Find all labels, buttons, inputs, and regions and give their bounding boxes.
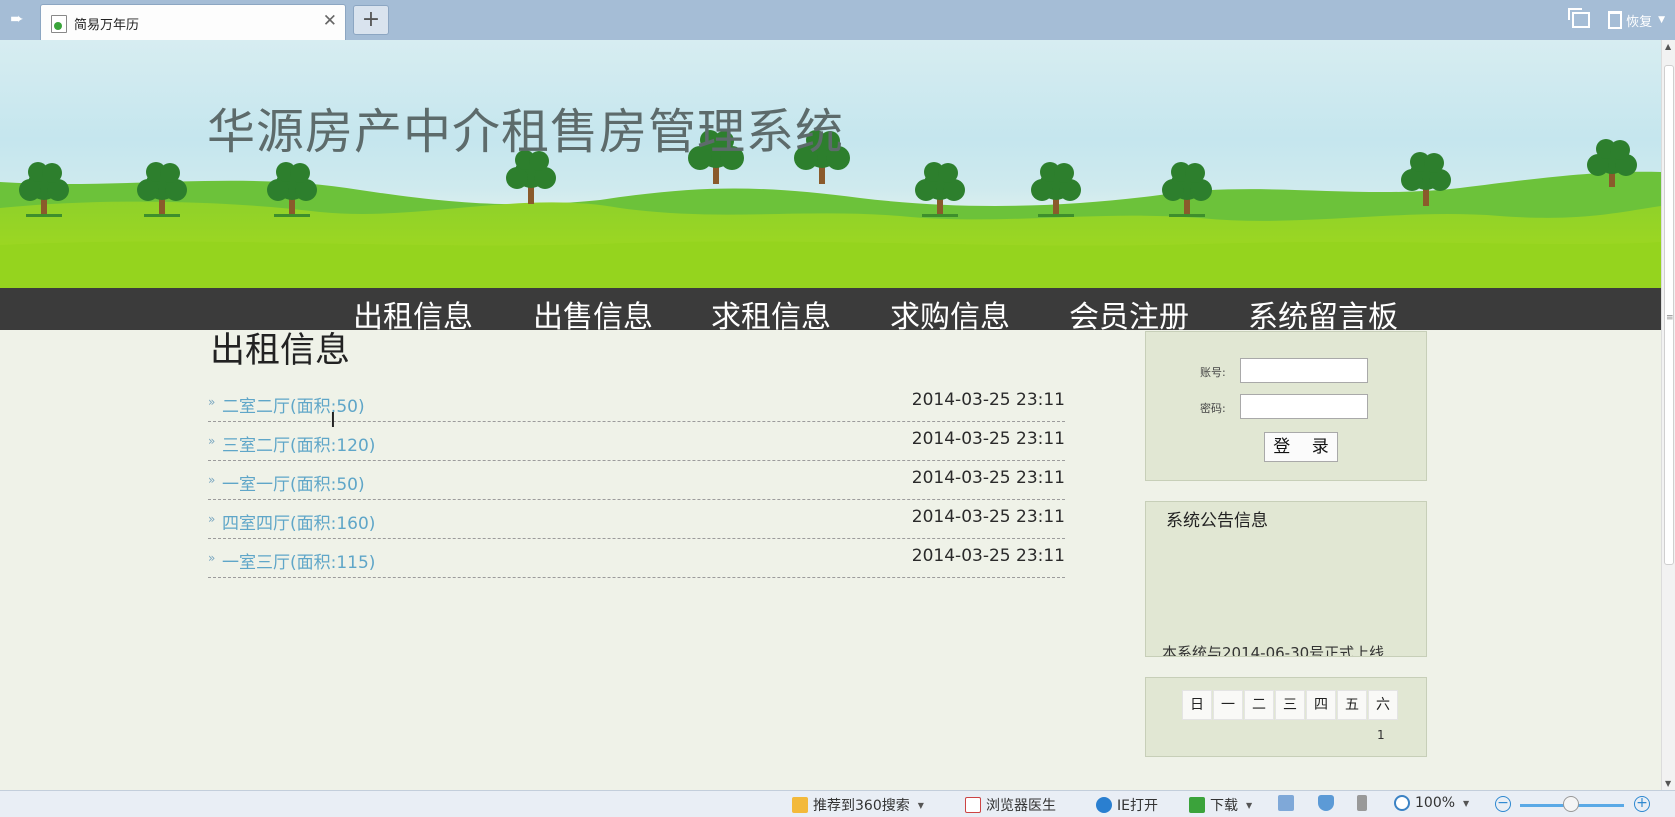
weekday-cell: 二 [1244, 690, 1274, 720]
chevron-down-icon[interactable]: ▼ [1246, 801, 1252, 810]
download-icon [1189, 797, 1205, 813]
login-button[interactable]: 登 录 [1264, 432, 1338, 462]
page-title: 出租信息 [210, 331, 351, 371]
weekday-cell: 六 [1368, 690, 1398, 720]
nav-item-rent[interactable]: 出租信息 [353, 292, 473, 336]
list-item: » 四室四厅(面积:160) 2014-03-25 23:11 [208, 500, 1065, 539]
calendar-panel: 日 一 二 三 四 五 六 1 [1145, 677, 1427, 757]
zoom-out-button[interactable]: − [1495, 796, 1511, 812]
weekday-cell: 日 [1182, 690, 1212, 720]
chevron-down-icon[interactable]: ▼ [1658, 15, 1665, 25]
weekday-cell: 四 [1306, 690, 1336, 720]
login-panel: 账号: 密码: 登 录 [1145, 331, 1427, 481]
listing-link[interactable]: 一室三厅(面积:115) [222, 548, 375, 573]
sidebar-toggle-icon[interactable]: ➨ [6, 8, 28, 30]
window-icon[interactable] [1278, 795, 1299, 811]
browser-tab-bar: ➨ 简易万年历 ✕ + 恢复 ▼ [0, 0, 1675, 40]
password-label: 密码: [1200, 402, 1226, 415]
double-arrow-icon: » [208, 395, 216, 409]
restore-button[interactable]: 恢复 [1626, 11, 1652, 30]
calendar-day[interactable]: 1 [1377, 728, 1385, 742]
notice-text: 本系统与2014-06-30号正式上线 [1162, 644, 1385, 657]
zoom-level: 100% [1415, 795, 1456, 811]
double-arrow-icon: » [208, 473, 216, 487]
chevron-down-icon[interactable]: ▼ [1463, 799, 1469, 808]
nav-item-want-buy[interactable]: 求购信息 [890, 292, 1010, 336]
browser-status-bar: 推荐到360搜索 ▼ 浏览器医生 IE打开 下载 ▼ 100% ▼ − + [0, 790, 1675, 817]
notice-panel: 系统公告信息 本系统与2014-06-30号正式上线 [1145, 501, 1427, 657]
calendar-weekdays: 日 一 二 三 四 五 六 [1182, 690, 1399, 720]
list-item: » 一室一厅(面积:50) 2014-03-25 23:11 [208, 461, 1065, 500]
speaker-icon[interactable] [1357, 795, 1372, 811]
weekday-cell: 三 [1275, 690, 1305, 720]
trash-icon[interactable] [1608, 11, 1623, 29]
weekday-cell: 一 [1213, 690, 1243, 720]
scrollbar-thumb[interactable]: ≡ [1664, 65, 1674, 565]
new-tab-button[interactable]: + [353, 5, 389, 35]
chevron-down-icon[interactable]: ▼ [918, 801, 924, 810]
listing-link[interactable]: 四室四厅(面积:160) [222, 509, 375, 534]
page-icon [51, 15, 67, 33]
listing-list: » 二室二厅(面积:50) 2014-03-25 23:11 » 三室二厅(面积… [208, 383, 1065, 578]
browser-doctor-label: 浏览器医生 [986, 798, 1056, 814]
ie-open-label: IE打开 [1117, 798, 1158, 814]
zoom-in-button[interactable]: + [1634, 796, 1650, 812]
scroll-down-icon[interactable]: ▼ [1665, 779, 1671, 788]
thumbs-up-icon [792, 797, 808, 813]
browser-tab[interactable]: 简易万年历 ✕ [40, 4, 346, 40]
grip-icon: ≡ [1666, 313, 1674, 323]
browser-doctor-button[interactable]: 浏览器医生 [965, 795, 1056, 815]
shield-icon[interactable] [1318, 795, 1339, 811]
listing-date: 2014-03-25 23:11 [911, 429, 1065, 449]
window-controls: 恢复 ▼ [1568, 8, 1665, 32]
download-button[interactable]: 下载 ▼ [1189, 795, 1252, 815]
notice-title: 系统公告信息 [1166, 511, 1268, 531]
text-cursor-icon: I [330, 408, 336, 432]
listing-link[interactable]: 一室一厅(面积:50) [222, 470, 365, 495]
nav-item-register[interactable]: 会员注册 [1069, 292, 1189, 336]
listing-date: 2014-03-25 23:11 [911, 390, 1065, 410]
zoom-slider-thumb[interactable] [1563, 796, 1579, 812]
ie-open-button[interactable]: IE打开 [1096, 795, 1158, 815]
weekday-cell: 五 [1337, 690, 1367, 720]
close-tab-icon[interactable]: ✕ [323, 11, 337, 31]
listing-date: 2014-03-25 23:11 [911, 507, 1065, 527]
magnifier-icon [1394, 795, 1410, 811]
zoom-menu[interactable]: 100% ▼ [1394, 795, 1469, 811]
listing-link[interactable]: 二室二厅(面积:50) [222, 392, 365, 417]
window-switch-icon[interactable] [1568, 8, 1591, 28]
password-field[interactable] [1240, 394, 1368, 419]
double-arrow-icon: » [208, 512, 216, 526]
download-label: 下载 [1210, 798, 1238, 814]
recommend-label: 推荐到360搜索 [813, 798, 910, 814]
account-label: 账号: [1200, 366, 1226, 379]
listing-link[interactable]: 三室二厅(面积:120) [222, 431, 375, 456]
list-item: » 二室二厅(面积:50) 2014-03-25 23:11 [208, 383, 1065, 422]
recommend-button[interactable]: 推荐到360搜索 ▼ [792, 795, 924, 815]
vertical-scrollbar[interactable]: ▲ ≡ ▼ [1661, 40, 1675, 790]
double-arrow-icon: » [208, 551, 216, 565]
tab-title: 简易万年历 [74, 18, 140, 33]
header-banner: 华源房产中介租售房管理系统 [0, 40, 1661, 288]
listing-date: 2014-03-25 23:11 [911, 546, 1065, 566]
listing-date: 2014-03-25 23:11 [911, 468, 1065, 488]
site-title: 华源房产中介租售房管理系统 [207, 104, 845, 160]
nav-item-guestbook[interactable]: 系统留言板 [1248, 292, 1398, 336]
nav-item-want-rent[interactable]: 求租信息 [711, 292, 831, 336]
scroll-up-icon[interactable]: ▲ [1665, 42, 1671, 51]
account-field[interactable] [1240, 358, 1368, 383]
ie-icon [1096, 797, 1112, 813]
medkit-icon [965, 797, 981, 813]
landscape-illustration [0, 130, 1661, 288]
list-item: » 一室三厅(面积:115) 2014-03-25 23:11 [208, 539, 1065, 578]
double-arrow-icon: » [208, 434, 216, 448]
nav-item-sale[interactable]: 出售信息 [533, 292, 653, 336]
list-item: » 三室二厅(面积:120) 2014-03-25 23:11 [208, 422, 1065, 461]
